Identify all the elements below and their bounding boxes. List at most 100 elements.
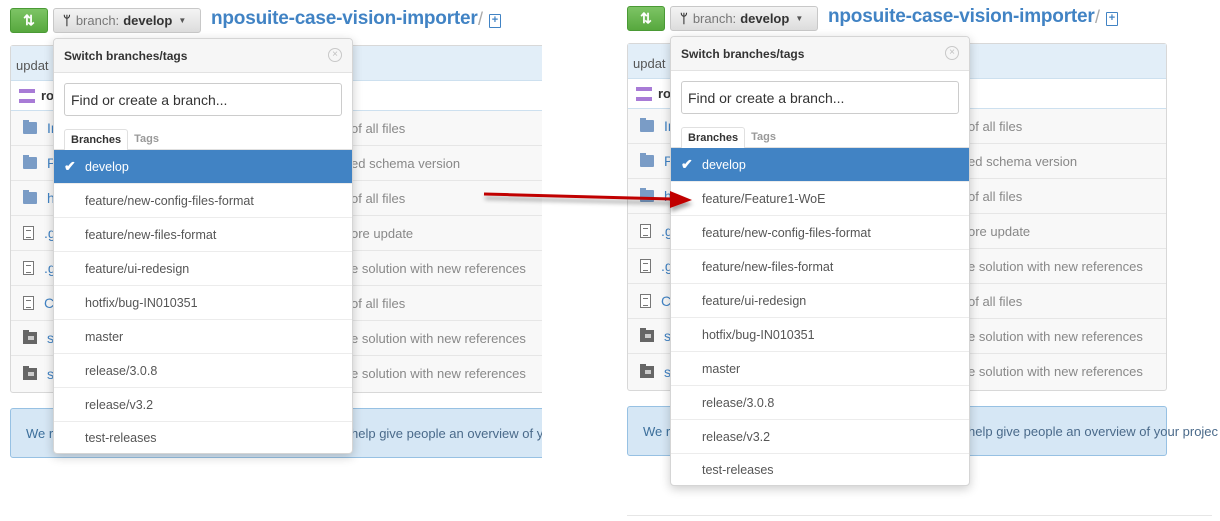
branch-item-label: feature/ui-redesign [702, 293, 807, 308]
branch-item[interactable]: release/3.0.8 [54, 354, 352, 388]
branch-item[interactable]: test-releases [54, 422, 352, 453]
commit-message[interactable]: of all files [351, 121, 405, 136]
current-branch-name: develop [740, 11, 790, 26]
branch-item[interactable]: ✔ develop [54, 150, 352, 184]
commit-message[interactable]: e solution with new references [968, 364, 1143, 379]
branch-label: branch: [692, 11, 737, 26]
close-icon[interactable]: × [945, 46, 959, 60]
branch-item[interactable]: release/v3.2 [671, 420, 969, 454]
branch-item-label: release/3.0.8 [85, 363, 158, 378]
commit-message[interactable]: e solution with new references [968, 259, 1143, 274]
folder-icon [23, 155, 37, 169]
branch-item[interactable]: test-releases [671, 454, 969, 485]
commit-message[interactable]: of all files [968, 119, 1022, 134]
readme-banner-text-tail: help give people an overview of yo [351, 425, 542, 441]
commit-message[interactable]: e solution with new references [351, 331, 526, 346]
branch-item[interactable]: feature/new-files-format [54, 218, 352, 252]
dropdown-header: Switch branches/tags × [671, 37, 969, 71]
branch-item[interactable]: hotfix/bug-IN010351 [54, 286, 352, 320]
tab-branches[interactable]: Branches [64, 129, 129, 151]
branch-item-label: hotfix/bug-IN010351 [85, 295, 198, 310]
branch-item[interactable]: feature/ui-redesign [671, 284, 969, 318]
compare-arrows-icon: ⇅ [640, 10, 652, 26]
readme-banner-text-tail: help give people an overview of your pro… [968, 423, 1219, 439]
current-branch-name: develop [123, 13, 173, 28]
branch-item-label: release/3.0.8 [702, 395, 775, 410]
dropdown-title: Switch branches/tags [64, 48, 188, 63]
branch-item[interactable]: feature/Feature1-WoE [671, 182, 969, 216]
branch-item[interactable]: master [671, 352, 969, 386]
branch-list: ✔ develop feature/new-config-files-format f… [54, 150, 352, 453]
submodule-icon [23, 365, 37, 380]
caret-down-icon: ▼ [795, 14, 804, 23]
branch-item-label: master [702, 361, 741, 376]
path-separator: / [1095, 7, 1101, 27]
branch-item[interactable]: hotfix/bug-IN010351 [671, 318, 969, 352]
compare-button[interactable]: ⇅ [10, 8, 48, 33]
branch-search-input[interactable]: Find or create a branch... [64, 83, 342, 116]
branch-item[interactable]: ✔ develop [671, 148, 969, 182]
file-icon [640, 224, 651, 238]
repo-title-link[interactable]: nposuite-case-vision-importer [828, 6, 1095, 28]
new-file-icon[interactable]: + [1106, 12, 1118, 26]
branch-item-label: develop [702, 157, 746, 172]
branch-item[interactable]: release/v3.2 [54, 388, 352, 422]
commit-message[interactable]: ed schema version [351, 156, 460, 171]
avatar[interactable] [19, 87, 35, 104]
branch-item-label: feature/Feature1-WoE [702, 191, 826, 206]
branch-item-label: test-releases [702, 462, 774, 477]
branch-item[interactable]: feature/new-config-files-format [671, 216, 969, 250]
folder-icon [23, 190, 37, 204]
commit-message[interactable]: e solution with new references [351, 261, 526, 276]
folder-icon [640, 153, 654, 167]
branch-item[interactable]: feature/new-config-files-format [54, 184, 352, 218]
readme-banner-text-start: We r [26, 425, 54, 441]
commit-message[interactable]: e solution with new references [351, 366, 526, 381]
file-icon [23, 226, 34, 240]
branch-list: ✔ develop feature/Feature1-WoE feature/new-… [671, 148, 969, 485]
commit-message[interactable]: of all files [351, 191, 405, 206]
submodule-icon [640, 363, 654, 378]
dropdown-title: Switch branches/tags [681, 46, 805, 61]
readme-banner-text-start: We r [643, 423, 671, 439]
branch-item-label: release/v3.2 [702, 429, 771, 444]
folder-icon [640, 188, 654, 202]
commit-message[interactable]: e solution with new references [968, 329, 1143, 344]
tab-branches[interactable]: Branches [681, 127, 746, 149]
commit-message[interactable]: of all files [351, 296, 405, 311]
branch-selector-button[interactable]: ᛘ branch: develop ▼ [53, 8, 201, 33]
branch-item-label: feature/new-files-format [702, 259, 834, 274]
new-file-icon[interactable]: + [489, 14, 501, 28]
branch-item[interactable]: feature/new-files-format [671, 250, 969, 284]
commit-message[interactable]: of all files [968, 189, 1022, 204]
repo-title-link[interactable]: nposuite-case-vision-importer [211, 8, 478, 30]
file-icon [640, 259, 651, 273]
branch-item-label: release/v3.2 [85, 397, 154, 412]
dropdown-header: Switch branches/tags × [54, 39, 352, 73]
branch-item[interactable]: release/3.0.8 [671, 386, 969, 420]
tab-tags[interactable]: Tags [128, 129, 165, 150]
branch-switcher-dropdown: Switch branches/tags × Find or create a … [53, 38, 353, 454]
compare-button[interactable]: ⇅ [627, 6, 665, 31]
commit-message[interactable]: ore update [351, 226, 413, 241]
folder-icon [23, 120, 37, 134]
dropdown-tabs: Branches Tags [671, 127, 969, 149]
branch-item[interactable]: feature/ui-redesign [54, 252, 352, 286]
branch-search-input[interactable]: Find or create a branch... [681, 81, 959, 114]
commit-message[interactable]: of all files [968, 294, 1022, 309]
submodule-icon [640, 328, 654, 342]
caret-down-icon: ▼ [178, 16, 187, 25]
file-icon [23, 261, 34, 275]
close-icon[interactable]: × [328, 48, 342, 62]
branch-switcher-dropdown: Switch branches/tags × Find or create a … [670, 36, 970, 486]
compare-arrows-icon: ⇅ [23, 12, 35, 28]
avatar[interactable] [636, 85, 652, 102]
tab-tags[interactable]: Tags [745, 127, 782, 148]
commit-message[interactable]: ore update [968, 224, 1030, 239]
branch-item[interactable]: master [54, 320, 352, 354]
checkmark-icon: ✔ [681, 156, 693, 172]
branch-item-label: feature/new-config-files-format [702, 225, 871, 240]
branch-selector-button[interactable]: ᛘ branch: develop ▼ [670, 6, 818, 31]
submodule-icon [23, 330, 37, 344]
commit-message[interactable]: ed schema version [968, 154, 1077, 169]
